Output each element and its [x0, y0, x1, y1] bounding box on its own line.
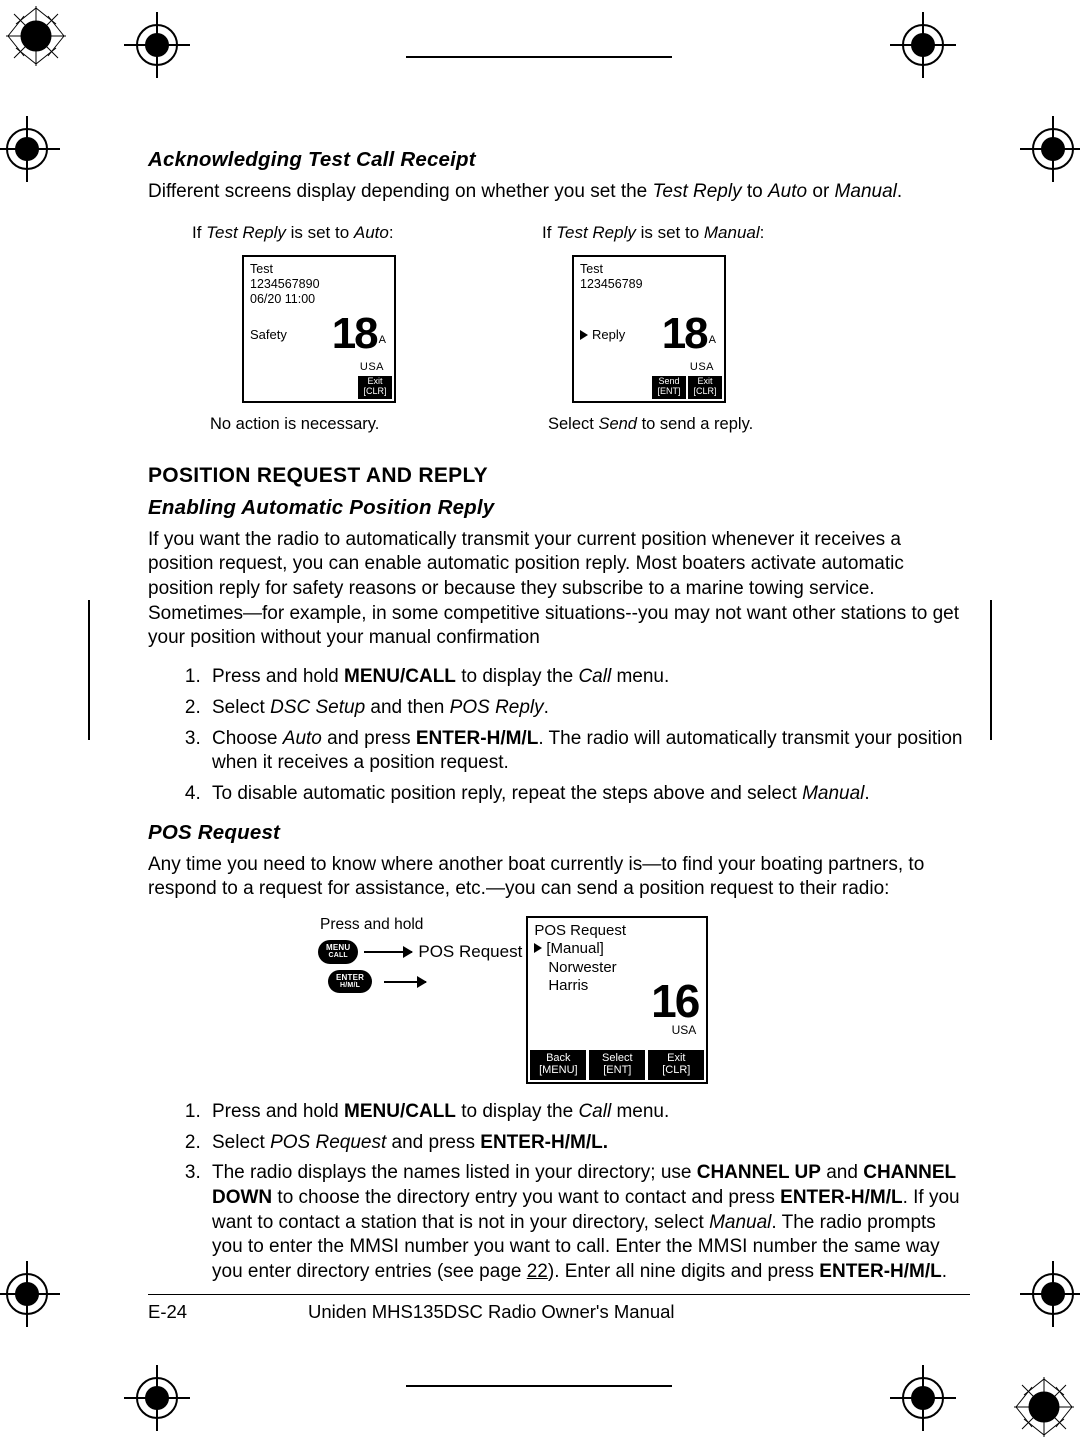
enable-step-4: To disable automatic position reply, rep… — [206, 782, 970, 807]
pos-request-figure: Press and hold MENUCALL POS Request ENTE… — [318, 916, 970, 1084]
lcd2-softkey-send: Send[ENT] — [652, 376, 686, 399]
fig1-caption: If Test Reply is set to Auto: — [192, 223, 502, 243]
page-xref-22: 22 — [527, 1261, 548, 1282]
arrow-right-icon — [364, 951, 412, 953]
heading-pos-request: POS Request — [148, 821, 970, 845]
lcd2-line1: Test — [580, 262, 718, 277]
enter-hml-button-icon: ENTERH/M/L — [328, 970, 372, 994]
fig2-note: Select Send to send a reply. — [548, 415, 852, 434]
fig1-note: No action is necessary. — [210, 415, 502, 434]
lcd1-softkey-exit: Exit [CLR] — [358, 376, 392, 399]
lcd2-softkey-exit: Exit[CLR] — [688, 376, 722, 399]
crop-target-icon — [890, 1365, 956, 1431]
enable-step-2: Select DSC Setup and then POS Reply. — [206, 696, 970, 721]
registration-mark-icon — [6, 6, 66, 66]
lcd3-softkey-exit: Exit[CLR] — [648, 1050, 704, 1080]
ack-paragraph: Different screens display depending on w… — [148, 180, 970, 205]
enable-steps: Press and hold MENU/CALL to display the … — [148, 665, 970, 806]
lcd3-region: USA — [672, 1021, 699, 1037]
lcd3-softkey-back: Back[MENU] — [530, 1050, 586, 1080]
posreq-step-2: Select POS Request and press ENTER-H/M/L… — [206, 1131, 970, 1156]
arrow-right-icon — [384, 981, 426, 983]
lcd1-channel-sub: A — [377, 334, 386, 352]
cursor-right-icon — [534, 943, 542, 953]
lcd1-line2: 1234567890 — [250, 277, 388, 292]
crop-line — [406, 56, 672, 58]
heading-ack-test-call: Acknowledging Test Call Receipt — [148, 148, 970, 172]
crop-target-icon — [124, 12, 190, 78]
crop-target-icon — [0, 1261, 60, 1327]
crop-target-icon — [0, 116, 60, 182]
lcd3-line2: [Manual] — [534, 940, 700, 958]
posreq-steps: Press and hold MENU/CALL to display the … — [148, 1100, 970, 1285]
enable-step-1: Press and hold MENU/CALL to display the … — [206, 665, 970, 690]
heading-enable-auto-reply: Enabling Automatic Position Reply — [148, 496, 970, 520]
crop-target-icon — [1020, 1261, 1080, 1327]
footer-manual-title: Uniden MHS135DSC Radio Owner's Manual — [308, 1301, 675, 1323]
lcd3-line1: POS Request — [534, 922, 700, 940]
lcd-screen-manual: Test 123456789 Reply 18 A USA — [572, 255, 726, 403]
crop-target-icon — [890, 12, 956, 78]
page-footer: E-24 Uniden MHS135DSC Radio Owner's Manu… — [148, 1294, 970, 1323]
menu-call-button-icon: MENUCALL — [318, 940, 358, 964]
heading-position-request-reply: POSITION REQUEST AND REPLY — [148, 464, 970, 488]
lcd2-channel-sub: A — [707, 334, 716, 352]
crop-line — [88, 600, 90, 740]
fig2-caption: If Test Reply is set to Manual: — [542, 223, 852, 243]
crop-line — [406, 1385, 672, 1387]
lcd1-region: USA — [360, 361, 384, 373]
lcd-screen-auto: Test 1234567890 06/20 11:00 Safety 18 A … — [242, 255, 396, 403]
lcd1-channel: 18 — [332, 315, 377, 352]
registration-mark-icon — [1014, 1377, 1074, 1437]
lcd-screen-pos-request: POS Request [Manual] Norwester Harris 16… — [526, 916, 708, 1084]
posreq-step-3: The radio displays the names listed in y… — [206, 1161, 970, 1284]
lcd3-softkey-select: Select[ENT] — [589, 1050, 645, 1080]
press-and-hold-label: Press and hold — [320, 916, 423, 934]
test-reply-figures: If Test Reply is set to Auto: Test 12345… — [192, 223, 970, 434]
lcd2-region: USA — [690, 361, 714, 373]
enable-paragraph: If you want the radio to automatically t… — [148, 528, 970, 651]
page-number: E-24 — [148, 1301, 308, 1323]
lcd2-line2: 123456789 — [580, 277, 718, 292]
crop-line — [990, 600, 992, 740]
lcd2-channel: 18 — [662, 315, 707, 352]
lcd1-left-label: Safety — [250, 327, 287, 352]
crop-target-icon — [1020, 116, 1080, 182]
cursor-right-icon — [580, 330, 588, 340]
flow-label-pos-request: POS Request — [418, 942, 522, 962]
lcd1-line1: Test — [250, 262, 388, 277]
posreq-step-1: Press and hold MENU/CALL to display the … — [206, 1100, 970, 1125]
enable-step-3: Choose Auto and press ENTER-H/M/L. The r… — [206, 727, 970, 776]
lcd1-line3: 06/20 11:00 — [250, 292, 388, 307]
crop-target-icon — [124, 1365, 190, 1431]
lcd2-left-label: Reply — [580, 327, 625, 352]
lcd3-channel: 16 — [651, 982, 698, 1021]
posreq-paragraph: Any time you need to know where another … — [148, 853, 970, 902]
